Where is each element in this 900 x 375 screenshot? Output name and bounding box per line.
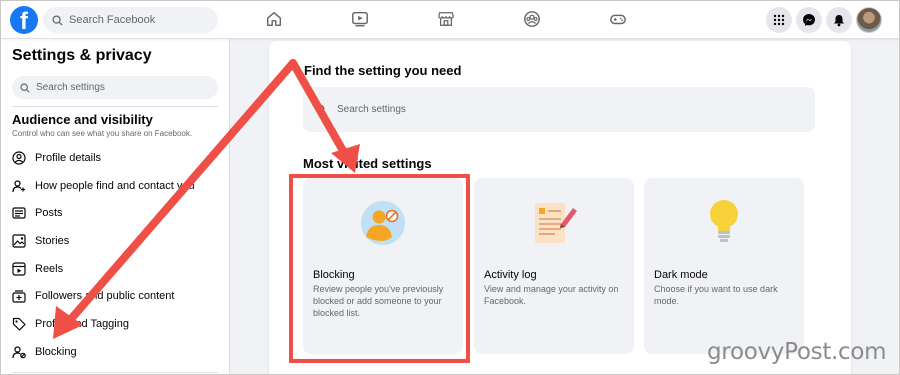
tile-title: Dark mode bbox=[654, 269, 708, 281]
sidebar-item-find-contact[interactable]: How people find and contact you bbox=[12, 176, 195, 196]
sidebar-item-label: Posts bbox=[35, 207, 63, 219]
sidebar-item-label: Reels bbox=[35, 263, 64, 275]
notifications-button[interactable] bbox=[826, 7, 852, 33]
search-icon bbox=[52, 14, 63, 26]
tile-dark-mode[interactable]: Dark mode Choose if you want to use dark… bbox=[644, 178, 804, 354]
tile-activity-log[interactable]: Activity log View and manage your activi… bbox=[474, 178, 634, 354]
notifications-icon bbox=[834, 14, 844, 26]
sidebar-item-label: Followers and public content bbox=[35, 290, 175, 302]
screenshot-frame: f Search Facebook Settings & privacy Sea… bbox=[0, 0, 900, 375]
tag-icon bbox=[12, 317, 26, 331]
sidebar-item-profile-details[interactable]: Profile details bbox=[12, 148, 101, 168]
sidebar-search-input[interactable]: Search settings bbox=[12, 76, 218, 99]
most-visited-heading: Most visited settings bbox=[303, 156, 432, 171]
facebook-logo[interactable]: f bbox=[10, 6, 38, 34]
messenger-button[interactable] bbox=[796, 7, 822, 33]
gaming-icon[interactable] bbox=[609, 10, 627, 28]
activity-log-illustration bbox=[535, 203, 577, 243]
main-search-input[interactable]: Search settings bbox=[303, 87, 815, 132]
sidebar-item-followers[interactable]: Followers and public content bbox=[12, 286, 174, 306]
highlight-box bbox=[289, 174, 470, 363]
tile-description: Choose if you want to use dark mode. bbox=[654, 284, 778, 306]
menu-grid-button[interactable] bbox=[766, 7, 792, 33]
sidebar-item-posts[interactable]: Posts bbox=[12, 203, 63, 223]
profile-icon bbox=[12, 151, 26, 165]
marketplace-icon[interactable] bbox=[437, 10, 455, 28]
sidebar-item-label: Profile and Tagging bbox=[35, 318, 129, 330]
tile-description: View and manage your activity on Faceboo… bbox=[484, 284, 619, 306]
followers-icon bbox=[12, 290, 26, 303]
blocking-icon bbox=[12, 346, 26, 359]
settings-sidebar: Settings & privacy Search settings Audie… bbox=[1, 39, 230, 374]
sidebar-item-profile-tagging[interactable]: Profile and Tagging bbox=[12, 314, 129, 334]
sidebar-divider bbox=[12, 372, 218, 373]
posts-icon bbox=[12, 207, 26, 219]
sidebar-item-label: Stories bbox=[35, 235, 70, 247]
facebook-search-input[interactable]: Search Facebook bbox=[43, 7, 218, 33]
person-add-icon bbox=[12, 180, 25, 193]
sidebar-item-label: How people find and contact you bbox=[35, 180, 195, 192]
sidebar-item-label: Blocking bbox=[35, 346, 77, 358]
sidebar-section-title: Audience and visibility bbox=[12, 112, 153, 127]
sidebar-item-stories[interactable]: Stories bbox=[12, 231, 69, 251]
sidebar-divider bbox=[12, 106, 218, 107]
sidebar-search-placeholder: Search settings bbox=[36, 82, 105, 93]
messenger-icon bbox=[803, 14, 815, 26]
watermark: groovyPost.com bbox=[707, 339, 887, 365]
sidebar-item-label: Profile details bbox=[35, 152, 102, 164]
find-setting-heading: Find the setting you need bbox=[304, 63, 462, 78]
top-navigation-bar: f Search Facebook bbox=[1, 1, 899, 39]
home-icon[interactable] bbox=[265, 10, 283, 28]
sidebar-item-blocking[interactable]: Blocking bbox=[12, 342, 77, 362]
facebook-search-placeholder: Search Facebook bbox=[69, 14, 156, 26]
main-search-placeholder: Search settings bbox=[337, 104, 406, 115]
sidebar-title: Settings & privacy bbox=[12, 47, 152, 64]
account-avatar[interactable] bbox=[856, 7, 882, 33]
groups-icon[interactable] bbox=[523, 10, 541, 28]
lightbulb-illustration bbox=[710, 200, 738, 242]
watch-icon[interactable] bbox=[351, 10, 369, 28]
search-icon bbox=[315, 104, 327, 115]
menu-grid-icon bbox=[773, 14, 785, 26]
sidebar-item-reels[interactable]: Reels bbox=[12, 259, 63, 279]
tile-title: Activity log bbox=[484, 269, 537, 281]
sidebar-section-subtitle: Control who can see what you share on Fa… bbox=[12, 129, 193, 138]
reels-icon bbox=[12, 262, 26, 276]
stories-icon bbox=[12, 234, 26, 248]
search-icon bbox=[20, 82, 30, 93]
